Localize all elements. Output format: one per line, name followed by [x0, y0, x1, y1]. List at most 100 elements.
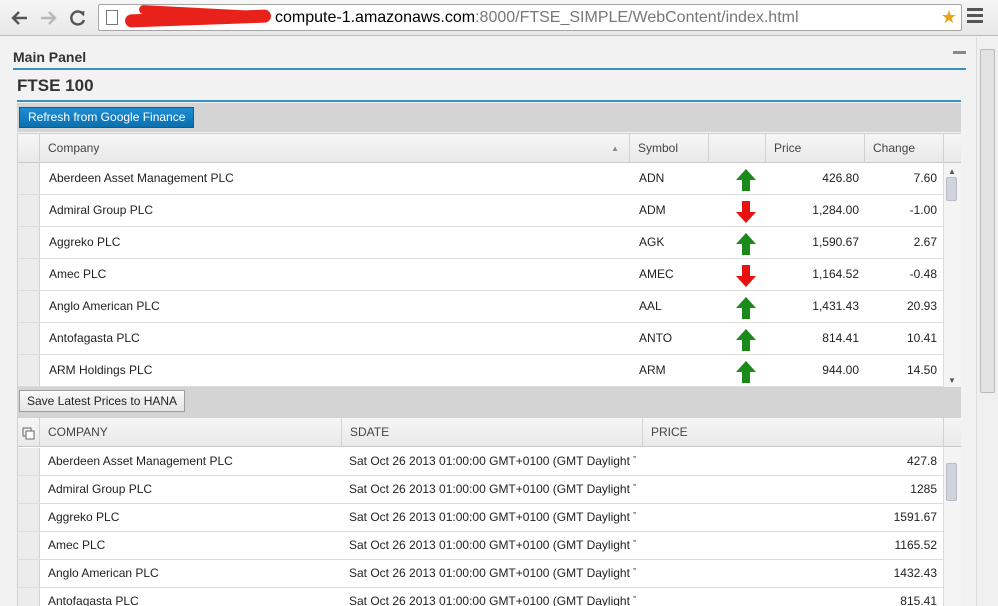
table-row[interactable]: Aggreko PLC Sat Oct 26 2013 01:00:00 GMT+… [18, 504, 944, 532]
company-cell: Antofagasta PLC [48, 594, 139, 606]
page-icon [106, 10, 118, 25]
bookmark-star-icon[interactable]: ★ [941, 7, 957, 28]
column-header-label: COMPANY [48, 425, 108, 439]
company-cell: Aberdeen Asset Management PLC [49, 171, 234, 185]
save-prices-button[interactable]: Save Latest Prices to HANA [19, 390, 186, 412]
reload-button[interactable] [66, 6, 90, 30]
url-path: :8000/FTSE_SIMPLE/WebContent/index.html [475, 9, 799, 26]
browser-menu-icon[interactable] [967, 8, 983, 26]
company-cell: Anglo American PLC [49, 299, 160, 313]
hana-table-header: COMPANY SDATE PRICE [18, 417, 961, 447]
change-cell: 20.93 [906, 299, 937, 313]
section-title: FTSE 100 [17, 76, 94, 95]
up-arrow-icon [736, 361, 756, 383]
table-row[interactable]: Admiral Group PLC Sat Oct 26 2013 01:00:0… [18, 476, 944, 504]
company-cell: Aggreko PLC [48, 510, 120, 524]
reload-icon [70, 10, 86, 26]
sdate-cell: Sat Oct 26 2013 01:00:00 GMT+0100 (GMT D… [349, 510, 636, 524]
table-row[interactable]: Anglo American PLC AAL 1,431.43 20.93 [18, 291, 944, 323]
price-cell: 1,284.00 [812, 203, 859, 217]
ftse-table: Company ▲ Symbol Price Change Aberdeen As… [17, 133, 961, 387]
company-cell: Admiral Group PLC [48, 482, 153, 496]
up-arrow-icon [736, 169, 756, 191]
collapse-icon[interactable] [953, 51, 966, 54]
change-cell: -0.48 [909, 267, 937, 281]
table-row[interactable]: ARM Holdings PLC ARM 944.00 14.50 [18, 355, 944, 387]
up-arrow-icon [736, 233, 756, 255]
forward-arrow-icon [41, 11, 57, 25]
down-arrow-icon [736, 265, 756, 287]
column-header-company[interactable]: COMPANY [40, 418, 342, 447]
panel-title: Main Panel [13, 49, 87, 65]
scroll-up-icon[interactable]: ▲ [948, 167, 956, 176]
column-header-company[interactable]: Company ▲ [40, 134, 630, 163]
refresh-toolbar: Refresh from Google Finance [17, 103, 961, 132]
refresh-button[interactable]: Refresh from Google Finance [19, 107, 195, 128]
sdate-cell: Sat Oct 26 2013 01:00:00 GMT+0100 (GMT D… [349, 538, 636, 552]
table-row[interactable]: Aberdeen Asset Management PLC ADN 426.80 7.… [18, 163, 944, 195]
company-cell: Antofagasta PLC [49, 331, 140, 345]
price-cell: 1285 [910, 482, 937, 496]
symbol-cell: ANTO [639, 331, 673, 345]
column-header-price[interactable]: PRICE [643, 418, 944, 447]
table-row[interactable]: Antofagasta PLC ANTO 814.41 10.41 [18, 323, 944, 355]
address-bar[interactable]: compute-1.amazonaws.com:8000/FTSE_SIMPLE… [98, 4, 962, 31]
change-cell: -1.00 [909, 203, 937, 217]
price-cell: 1,590.67 [812, 235, 859, 249]
column-header-price[interactable]: Price [766, 134, 865, 163]
ftse-table-header: Company ▲ Symbol Price Change [18, 133, 961, 163]
column-header-symbol[interactable]: Symbol [630, 134, 709, 163]
header-selector[interactable] [18, 134, 40, 163]
change-cell: 14.50 [906, 363, 937, 377]
scroll-down-icon[interactable]: ▼ [948, 376, 956, 385]
price-cell: 426.80 [822, 171, 859, 185]
price-cell: 814.41 [822, 331, 859, 345]
column-header-sdate[interactable]: SDATE [342, 418, 643, 447]
table-row[interactable]: Antofagasta PLC Sat Oct 26 2013 01:00:00 … [18, 588, 944, 606]
symbol-cell: ADN [639, 171, 665, 185]
price-cell: 815.41 [900, 594, 937, 606]
company-cell: ARM Holdings PLC [49, 363, 153, 377]
table-row[interactable]: Amec PLC Sat Oct 26 2013 01:00:00 GMT+010… [18, 532, 944, 560]
ftse-table-scroll-thumb[interactable] [946, 177, 957, 201]
back-button[interactable] [8, 6, 32, 30]
column-header-change[interactable]: Change [865, 134, 944, 163]
save-toolbar: Save Latest Prices to HANA [17, 387, 961, 417]
price-cell: 944.00 [822, 363, 859, 377]
company-cell: Aggreko PLC [49, 235, 121, 249]
table-row[interactable]: Anglo American PLC Sat Oct 26 2013 01:00:… [18, 560, 944, 588]
url-host: compute-1.amazonaws.com [275, 9, 476, 26]
symbol-cell: ADM [639, 203, 666, 217]
column-header-label: Company [48, 141, 100, 155]
hana-table: COMPANY SDATE PRICE Aberdeen Asset Manag… [17, 417, 961, 606]
column-header-label: SDATE [350, 425, 390, 439]
company-cell: Amec PLC [48, 538, 106, 552]
symbol-cell: AGK [639, 235, 665, 249]
sort-ascending-icon: ▲ [611, 144, 619, 153]
table-row[interactable]: Aberdeen Asset Management PLC Sat Oct 26 … [18, 448, 944, 476]
url-text: compute-1.amazonaws.com:8000/FTSE_SIMPLE… [275, 9, 799, 27]
header-selector[interactable] [18, 418, 40, 447]
change-cell: 2.67 [913, 235, 937, 249]
section-divider [17, 100, 961, 102]
up-arrow-icon [736, 329, 756, 351]
symbol-cell: ARM [639, 363, 666, 377]
hana-table-scrollbar[interactable] [943, 447, 961, 606]
table-row[interactable]: Amec PLC AMEC 1,164.52 -0.48 [18, 259, 944, 291]
copy-icon [22, 427, 35, 440]
symbol-cell: AMEC [639, 267, 674, 281]
column-header-label: Change [873, 141, 916, 155]
forward-button[interactable] [36, 6, 60, 30]
column-header-label: PRICE [651, 425, 688, 439]
panel-header: Main Panel [13, 44, 966, 70]
hana-table-scroll-thumb[interactable] [946, 463, 957, 501]
page-scrollbar[interactable] [976, 37, 998, 606]
table-row[interactable]: Admiral Group PLC ADM 1,284.00 -1.00 [18, 195, 944, 227]
column-header-label: Price [774, 141, 802, 155]
sdate-cell: Sat Oct 26 2013 01:00:00 GMT+0100 (GMT D… [349, 454, 636, 468]
ftse-table-scrollbar[interactable]: ▲ ▼ [943, 163, 961, 387]
price-cell: 1,431.43 [812, 299, 859, 313]
column-header-trend[interactable] [709, 134, 766, 163]
page-scrollbar-thumb[interactable] [980, 49, 995, 393]
table-row[interactable]: Aggreko PLC AGK 1,590.67 2.67 [18, 227, 944, 259]
